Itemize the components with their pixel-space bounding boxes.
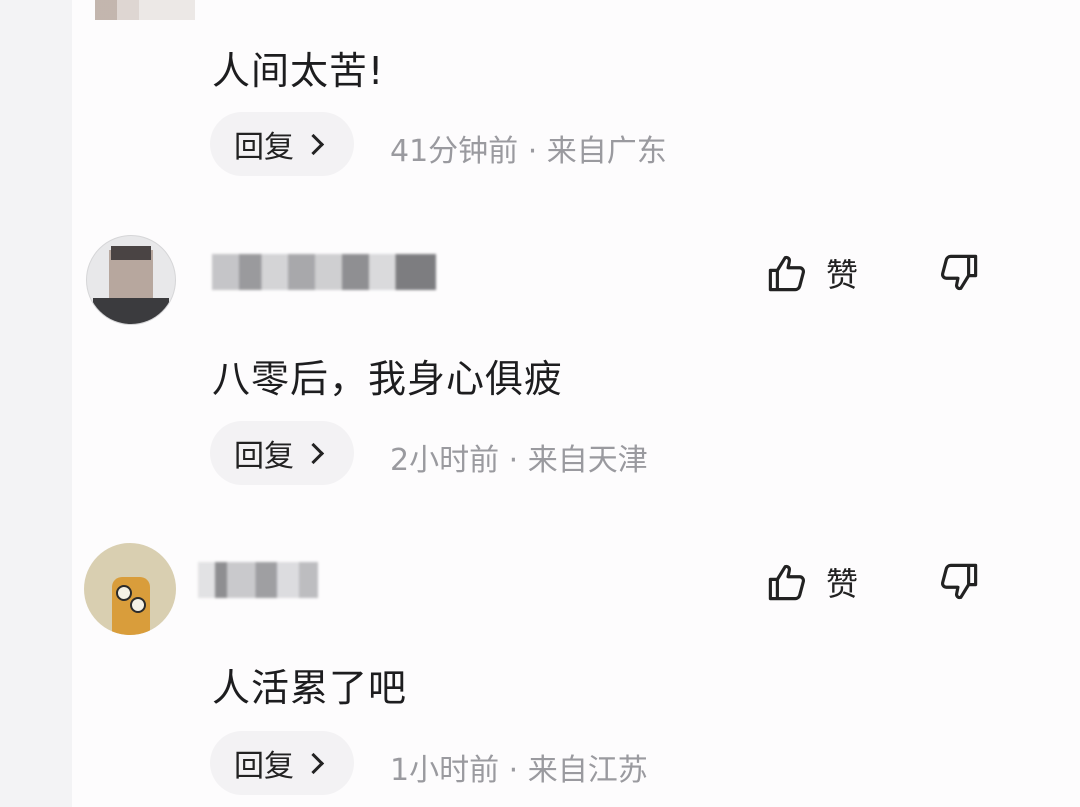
thumbs-up-icon bbox=[768, 255, 805, 292]
comment-text: 人间太苦! bbox=[212, 49, 385, 93]
like-button[interactable]: 赞 bbox=[766, 559, 858, 605]
chevron-right-icon bbox=[302, 133, 325, 155]
comment-meta: 41分钟前 · 来自广东 bbox=[390, 134, 667, 169]
user-avatar[interactable] bbox=[84, 543, 176, 635]
reply-button[interactable]: 回复 bbox=[210, 731, 354, 795]
comment-text: 八零后，我身心俱疲 bbox=[212, 357, 564, 401]
reply-label: 回复 bbox=[234, 439, 294, 474]
comments-page: 人间太苦! 回复 41分钟前 · 来自广东 赞 八零后，我身心俱疲 回复 2小时… bbox=[0, 0, 1080, 807]
thumbs-down-icon[interactable] bbox=[938, 561, 980, 603]
reply-button[interactable]: 回复 bbox=[210, 112, 354, 176]
like-label: 赞 bbox=[826, 565, 859, 603]
chevron-right-icon bbox=[302, 752, 325, 774]
reply-label: 回复 bbox=[234, 130, 294, 165]
comment-meta: 2小时前 · 来自天津 bbox=[390, 443, 648, 478]
like-button[interactable]: 赞 bbox=[766, 250, 858, 296]
comment-meta: 1小时前 · 来自江苏 bbox=[390, 753, 648, 788]
username-redacted[interactable] bbox=[212, 254, 436, 290]
thumbs-down-icon[interactable] bbox=[938, 252, 980, 294]
like-label: 赞 bbox=[826, 256, 859, 294]
user-avatar[interactable] bbox=[86, 235, 176, 325]
user-avatar[interactable] bbox=[95, 0, 195, 20]
username-redacted[interactable] bbox=[198, 562, 318, 598]
reply-button[interactable]: 回复 bbox=[210, 421, 354, 485]
comment-text: 人活累了吧 bbox=[212, 666, 408, 710]
thumbs-up-icon bbox=[768, 564, 805, 601]
reply-label: 回复 bbox=[234, 749, 294, 784]
chevron-right-icon bbox=[302, 442, 325, 464]
